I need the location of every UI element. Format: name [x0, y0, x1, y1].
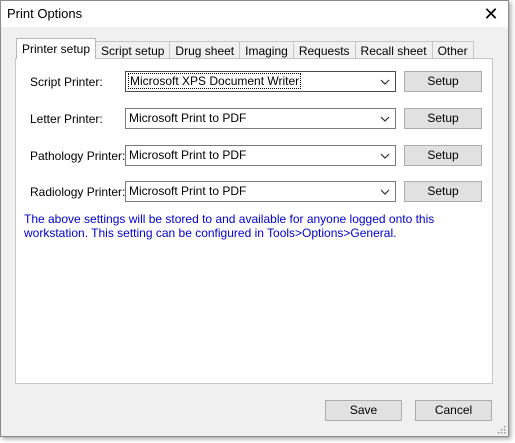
- script-printer-setup-button[interactable]: Setup: [404, 71, 482, 92]
- resize-grip-icon[interactable]: [496, 424, 506, 434]
- close-icon[interactable]: ✕: [480, 3, 502, 25]
- cancel-button[interactable]: Cancel: [415, 400, 492, 421]
- print-options-dialog: Print Options ✕ Printer setup Script set…: [0, 0, 509, 437]
- cancel-label: Cancel: [434, 403, 473, 417]
- save-label: Save: [349, 403, 378, 417]
- pathology-printer-row: Pathology Printer: Microsoft Print to PD…: [16, 145, 492, 167]
- script-printer-label: Script Printer:: [30, 75, 103, 89]
- tab-imaging[interactable]: Imaging: [239, 41, 294, 59]
- radiology-printer-select[interactable]: Microsoft Print to PDF: [125, 181, 396, 202]
- radiology-printer-value: Microsoft Print to PDF: [129, 184, 247, 198]
- chevron-down-icon: [380, 189, 390, 195]
- title-bar: Print Options ✕: [1, 1, 508, 27]
- radiology-printer-label: Radiology Printer:: [30, 185, 126, 199]
- pathology-printer-value: Microsoft Print to PDF: [129, 148, 247, 162]
- pathology-printer-setup-button[interactable]: Setup: [404, 145, 482, 166]
- window-title: Print Options: [7, 6, 83, 21]
- letter-printer-value: Microsoft Print to PDF: [129, 111, 247, 125]
- save-button[interactable]: Save: [325, 400, 402, 421]
- letter-printer-label: Letter Printer:: [30, 112, 103, 126]
- printer-setup-panel: Script Printer: Microsoft XPS Document W…: [15, 58, 493, 384]
- letter-printer-select[interactable]: Microsoft Print to PDF: [125, 108, 396, 129]
- info-text: The above settings will be stored to and…: [24, 212, 435, 240]
- tab-script-setup[interactable]: Script setup: [95, 41, 171, 59]
- tab-printer-setup[interactable]: Printer setup: [16, 38, 97, 59]
- tab-recall-sheet[interactable]: Recall sheet: [354, 41, 433, 59]
- tab-requests[interactable]: Requests: [292, 41, 356, 59]
- tab-drug-sheet[interactable]: Drug sheet: [169, 41, 241, 59]
- script-printer-select[interactable]: Microsoft XPS Document Writer: [125, 71, 396, 92]
- script-printer-value: Microsoft XPS Document Writer: [127, 73, 302, 89]
- radiology-printer-setup-button[interactable]: Setup: [404, 181, 482, 202]
- chevron-down-icon: [380, 116, 390, 122]
- chevron-down-icon: [380, 79, 390, 85]
- letter-printer-row: Letter Printer: Microsoft Print to PDF S…: [16, 108, 492, 130]
- radiology-printer-row: Radiology Printer: Microsoft Print to PD…: [16, 181, 492, 203]
- pathology-printer-label: Pathology Printer:: [30, 149, 126, 163]
- pathology-printer-select[interactable]: Microsoft Print to PDF: [125, 145, 396, 166]
- tab-other[interactable]: Other: [431, 41, 474, 59]
- chevron-down-icon: [380, 153, 390, 159]
- script-printer-row: Script Printer: Microsoft XPS Document W…: [16, 71, 492, 93]
- tab-strip: Printer setup Script setup Drug sheet Im…: [16, 38, 474, 59]
- letter-printer-setup-button[interactable]: Setup: [404, 108, 482, 129]
